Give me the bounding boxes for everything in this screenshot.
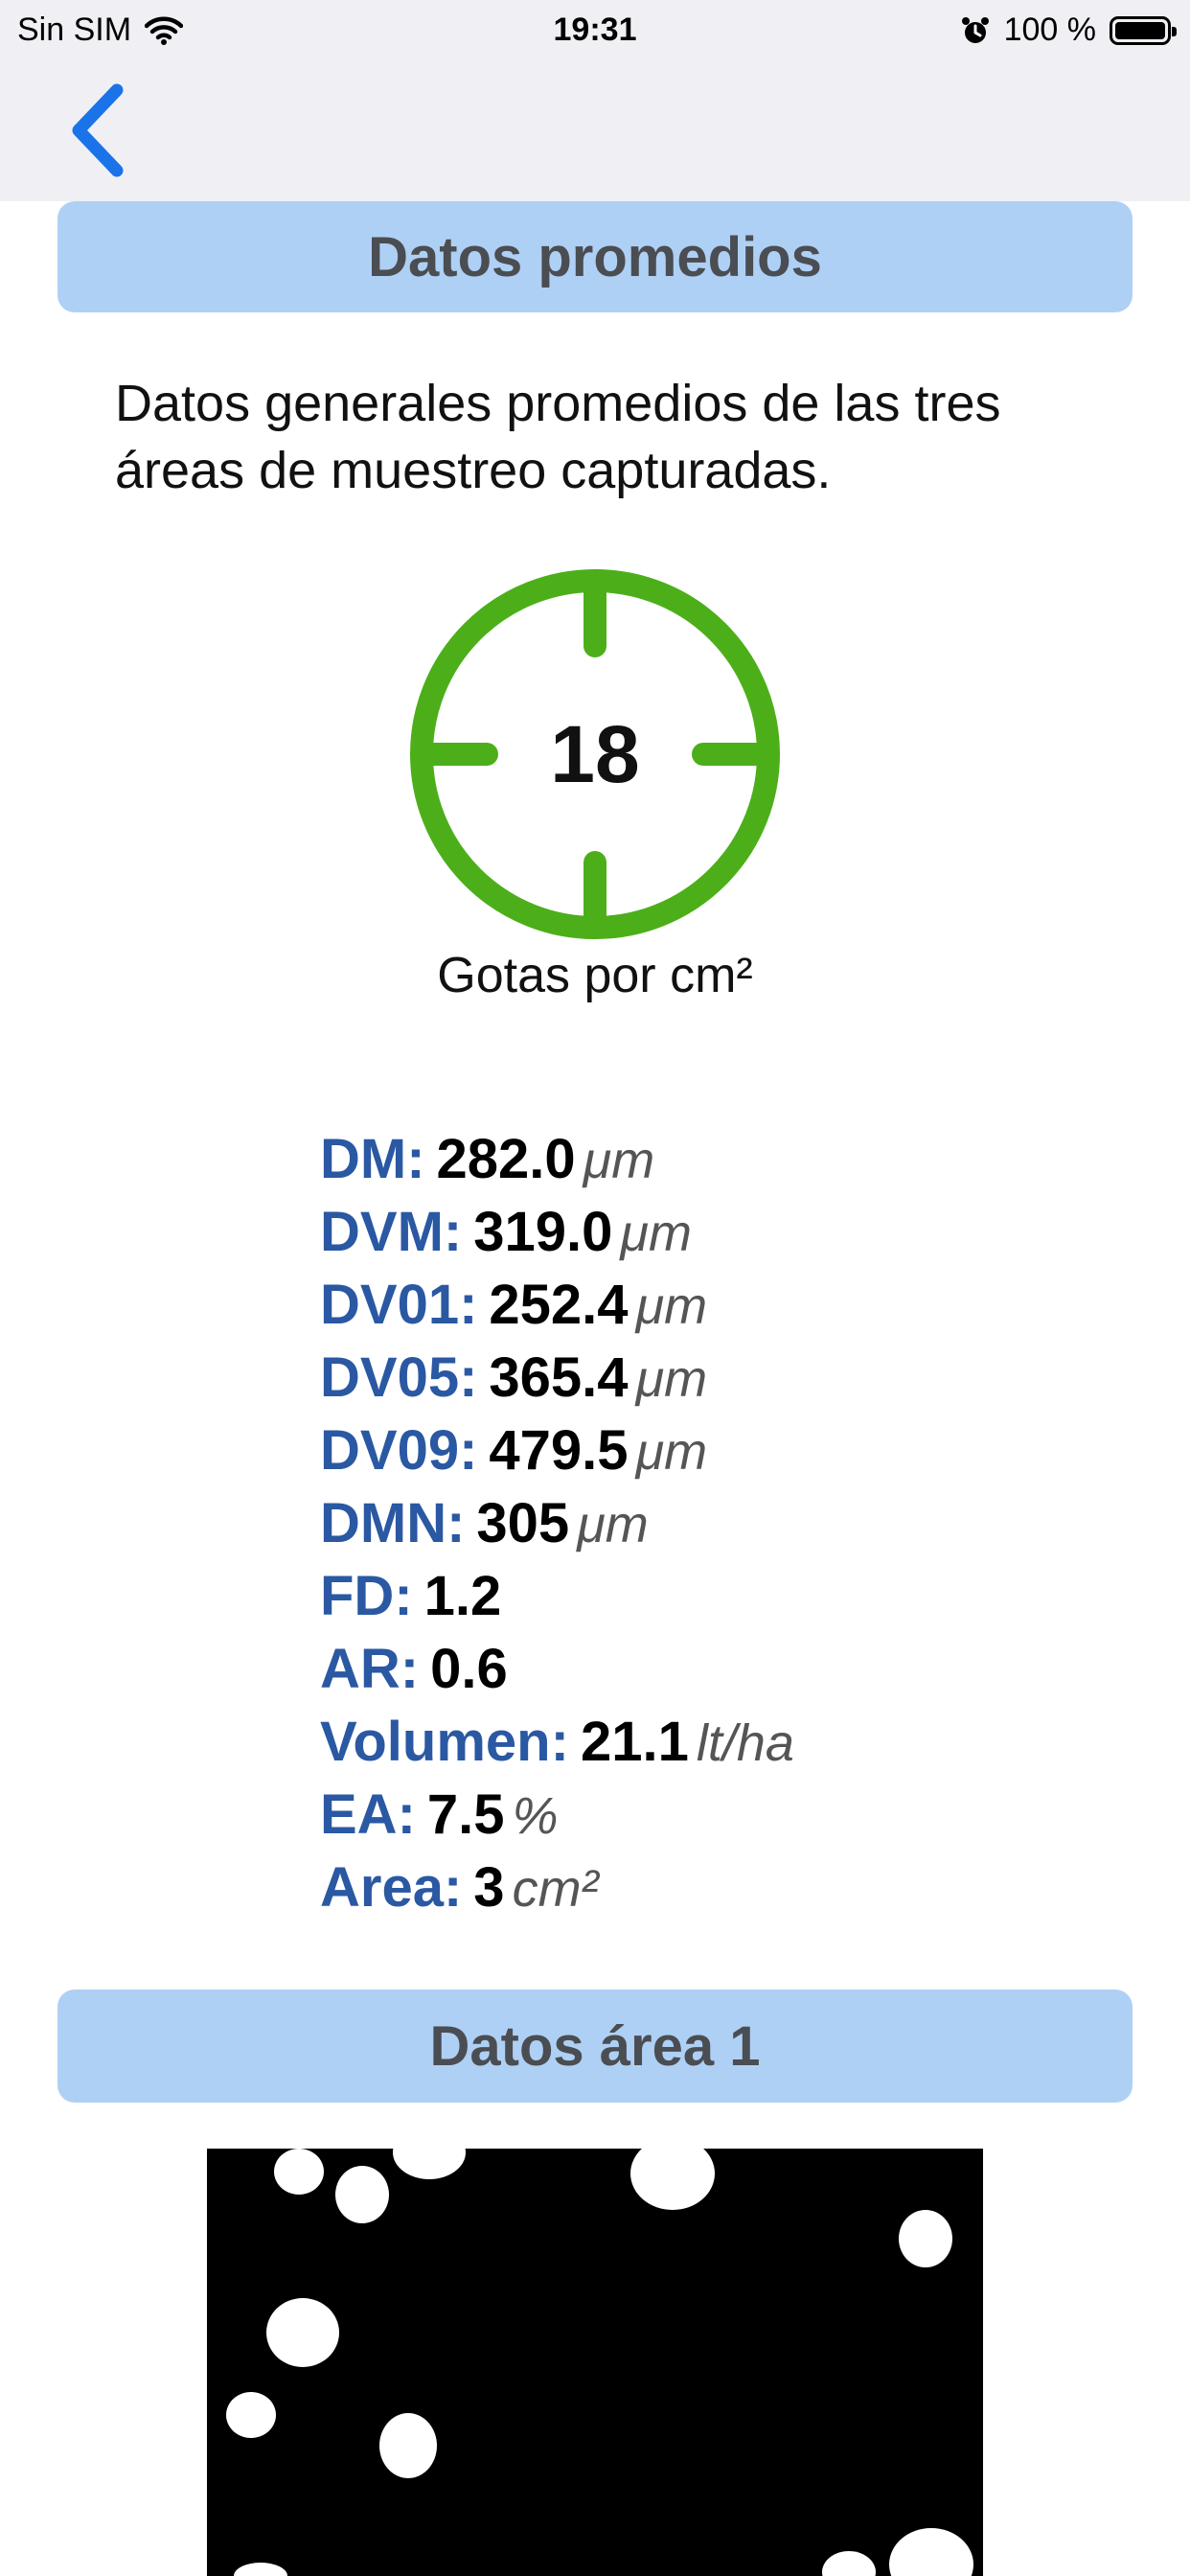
stat-key: DV05: xyxy=(320,1346,478,1409)
stat-unit: μm xyxy=(620,1205,692,1262)
battery-percent: 100 % xyxy=(1003,12,1096,48)
stat-value: 21.1 xyxy=(580,1711,689,1773)
stat-key: DM: xyxy=(320,1128,425,1190)
screen: Sin SIM 19:31 100 % Datos promedios Dato… xyxy=(0,0,1190,2576)
stat-key: Volumen: xyxy=(320,1711,569,1773)
stat-value: 252.4 xyxy=(489,1274,629,1336)
stat-value: 3 xyxy=(473,1856,505,1919)
area1-header: Datos área 1 xyxy=(57,1990,1133,2103)
stat-unit: μm xyxy=(635,1423,708,1481)
battery-icon xyxy=(1110,15,1177,45)
stat-unit: lt/ha xyxy=(696,1714,794,1772)
stat-row: DV09: 479.5 μm xyxy=(320,1418,794,1491)
stat-row: AR: 0.6 xyxy=(320,1637,794,1710)
top-bar: Sin SIM 19:31 100 % xyxy=(0,0,1190,201)
back-button[interactable] xyxy=(57,77,144,182)
stat-value: 305 xyxy=(476,1492,570,1554)
stat-unit: μm xyxy=(583,1132,655,1189)
stat-key: DV01: xyxy=(320,1274,478,1336)
stats-list: DM: 282.0 μm DVM: 319.0 μm DV01: 252.4 μm DV05: 36… xyxy=(320,1127,794,1928)
stat-key: AR: xyxy=(320,1638,420,1700)
averages-intro: Datos generales promedios de las tres ár… xyxy=(115,375,1001,499)
drops-per-cm2-label: Gotas por cm² xyxy=(437,948,753,1003)
stat-key: DVM: xyxy=(320,1201,463,1263)
chevron-left-icon xyxy=(72,83,124,177)
stat-value: 479.5 xyxy=(489,1419,629,1482)
drops-per-cm2-value: 18 xyxy=(550,708,640,799)
stat-unit: μm xyxy=(635,1277,708,1335)
stat-row: EA: 7.5% xyxy=(320,1782,794,1855)
battery-level xyxy=(1115,21,1165,39)
stat-key: EA: xyxy=(320,1783,416,1846)
stat-value: 1.2 xyxy=(423,1565,502,1627)
stat-row: DV05: 365.4 μm xyxy=(320,1346,794,1418)
stat-key: FD: xyxy=(320,1565,413,1627)
stat-value: 7.5 xyxy=(426,1783,505,1846)
averages-header: Datos promedios xyxy=(57,201,1133,312)
area1-title: Datos área 1 xyxy=(429,2014,761,2078)
stat-row: Volumen: 21.1 lt/ha xyxy=(320,1710,794,1782)
stat-unit: μm xyxy=(577,1496,649,1553)
stat-value: 319.0 xyxy=(473,1201,613,1263)
stat-value: 365.4 xyxy=(489,1346,629,1409)
stat-row: Area: 3 cm² xyxy=(320,1855,794,1928)
stat-row: DVM: 319.0 μm xyxy=(320,1200,794,1273)
stat-row: FD: 1.2 xyxy=(320,1564,794,1637)
droplet-sample-image xyxy=(207,2149,983,2576)
alarm-icon xyxy=(961,16,989,43)
stat-row: DV01: 252.4 μm xyxy=(320,1273,794,1346)
stat-row: DM: 282.0 μm xyxy=(320,1127,794,1200)
stat-key: DV09: xyxy=(320,1419,478,1482)
stat-value: 282.0 xyxy=(436,1128,576,1190)
droplet-sample-drawing xyxy=(207,2149,983,2576)
status-bar: Sin SIM 19:31 100 % xyxy=(0,0,1190,61)
stat-unit: cm² xyxy=(512,1860,599,1918)
status-right: 100 % xyxy=(960,12,1177,49)
stat-row: DMN: 305 μm xyxy=(320,1491,794,1564)
stat-key: DMN: xyxy=(320,1492,466,1554)
stat-value: 0.6 xyxy=(430,1638,508,1700)
stat-unit: μm xyxy=(635,1350,708,1408)
stat-unit: % xyxy=(512,1787,559,1845)
stat-key: Area: xyxy=(320,1856,463,1919)
averages-title: Datos promedios xyxy=(368,225,822,288)
